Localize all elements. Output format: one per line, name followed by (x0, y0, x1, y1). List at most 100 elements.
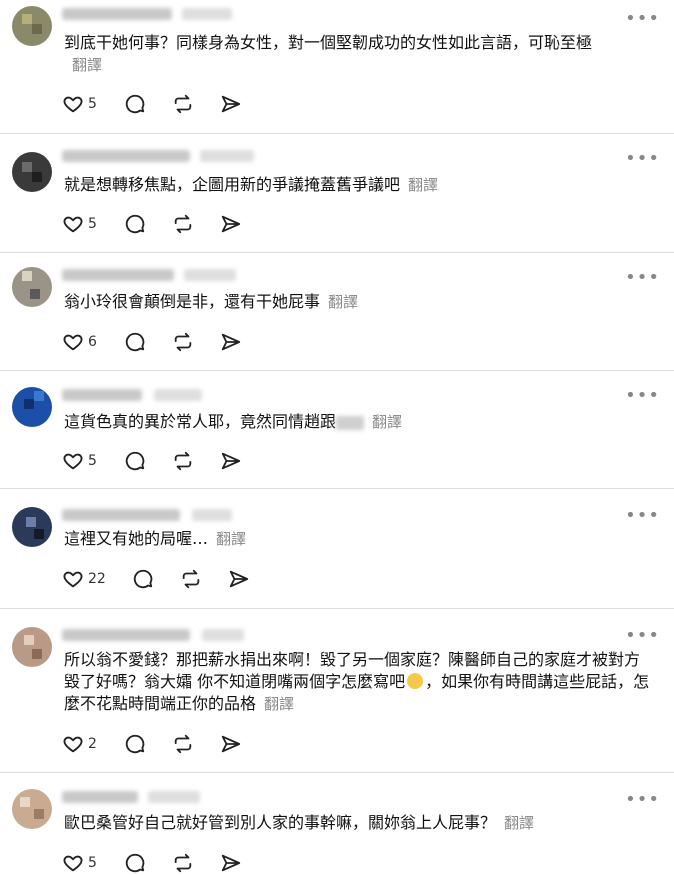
timestamp-blurred (192, 509, 232, 521)
repost-icon (174, 94, 192, 114)
more-icon[interactable]: ••• (625, 387, 660, 405)
repost-button[interactable] (180, 567, 202, 591)
repost-button[interactable] (172, 732, 194, 756)
like-count: 22 (88, 571, 106, 587)
post: ••• 就是想轉移焦點，企圖用新的爭議掩蓋舊爭議吧 翻譯 5 (0, 134, 674, 253)
like-button[interactable]: 5 (62, 92, 97, 116)
avatar[interactable] (12, 6, 52, 46)
timestamp-blurred (200, 150, 254, 162)
avatar[interactable] (12, 507, 52, 547)
post-text: 這裡又有她的局喔… 翻譯 (64, 528, 634, 550)
repost-button[interactable] (172, 330, 194, 354)
like-button[interactable]: 5 (62, 449, 97, 473)
post-text: 到底干她何事？同樣身為女性，對一個堅韌成功的女性如此言語，可恥至極翻譯 (64, 32, 614, 76)
comment-icon (125, 332, 145, 352)
repost-icon (174, 451, 192, 471)
post-text-content: 到底干她何事？同樣身為女性，對一個堅韌成功的女性如此言語，可恥至極 (64, 33, 593, 52)
repost-button[interactable] (172, 92, 194, 116)
more-icon[interactable]: ••• (625, 507, 660, 525)
username-blurred[interactable] (62, 150, 190, 162)
repost-button[interactable] (172, 212, 194, 236)
like-button[interactable]: 5 (62, 212, 97, 236)
redacted-name (336, 415, 365, 430)
like-count: 5 (88, 855, 97, 871)
avatar[interactable] (12, 387, 52, 427)
share-icon (221, 333, 241, 351)
avatar[interactable] (12, 789, 52, 829)
timestamp-blurred (154, 389, 202, 401)
more-icon[interactable]: ••• (625, 269, 660, 287)
like-button[interactable]: 5 (62, 851, 97, 875)
like-count: 6 (88, 334, 97, 350)
avatar[interactable] (12, 267, 52, 307)
like-count: 2 (88, 736, 97, 752)
post-text-content: 歐巴桑管好自己就好管到別人家的事幹嘛，關妳翁上人屁事？ (64, 813, 497, 832)
share-button[interactable] (220, 449, 242, 473)
more-icon[interactable]: ••• (625, 627, 660, 645)
share-button[interactable] (228, 567, 250, 591)
more-icon[interactable]: ••• (625, 150, 660, 168)
heart-icon (63, 96, 83, 113)
post-text-content: 就是想轉移焦點，企圖用新的爭議掩蓋舊爭議吧 (64, 175, 401, 194)
comment-icon (133, 569, 153, 589)
share-icon (229, 570, 249, 588)
comment-button[interactable] (124, 449, 146, 473)
share-button[interactable] (220, 92, 242, 116)
heart-icon (63, 736, 83, 753)
like-count: 5 (88, 453, 97, 469)
post: ••• 到底干她何事？同樣身為女性，對一個堅韌成功的女性如此言語，可恥至極翻譯 … (0, 0, 674, 134)
repost-button[interactable] (172, 851, 194, 875)
comment-icon (125, 451, 145, 471)
comment-button[interactable] (124, 330, 146, 354)
comment-button[interactable] (132, 567, 154, 591)
more-icon[interactable]: ••• (625, 10, 660, 28)
post: ••• 歐巴桑管好自己就好管到別人家的事幹嘛，關妳翁上人屁事？ 翻譯 5 (0, 773, 674, 873)
translate-link[interactable]: 翻譯 (264, 695, 294, 713)
comment-icon (125, 214, 145, 234)
username-blurred[interactable] (62, 389, 142, 401)
repost-button[interactable] (172, 449, 194, 473)
share-button[interactable] (220, 732, 242, 756)
emoji-icon (407, 673, 424, 689)
repost-icon (174, 734, 192, 754)
translate-link[interactable]: 翻譯 (72, 56, 102, 74)
heart-icon (63, 453, 83, 470)
translate-link[interactable]: 翻譯 (372, 413, 402, 431)
comment-icon (125, 94, 145, 114)
username-blurred[interactable] (62, 791, 138, 803)
heart-icon (63, 216, 83, 233)
username-blurred[interactable] (62, 629, 190, 641)
comment-button[interactable] (124, 212, 146, 236)
avatar[interactable] (12, 152, 52, 192)
like-button[interactable]: 2 (62, 732, 97, 756)
share-button[interactable] (220, 851, 242, 875)
username-blurred[interactable] (62, 8, 172, 20)
share-icon (221, 452, 241, 470)
share-button[interactable] (220, 330, 242, 354)
more-icon[interactable]: ••• (625, 791, 660, 809)
timestamp-blurred (182, 8, 232, 20)
translate-link[interactable]: 翻譯 (408, 176, 438, 194)
timestamp-blurred (184, 269, 236, 281)
username-blurred[interactable] (62, 509, 180, 521)
post-text: 就是想轉移焦點，企圖用新的爭議掩蓋舊爭議吧 翻譯 (64, 174, 634, 196)
like-button[interactable]: 6 (62, 330, 97, 354)
comment-button[interactable] (124, 732, 146, 756)
post-text-content: 翁小玲很會顛倒是非，還有干她屁事 (64, 292, 321, 311)
share-button[interactable] (220, 212, 242, 236)
timestamp-blurred (202, 629, 244, 641)
like-button[interactable]: 22 (62, 567, 106, 591)
username-blurred[interactable] (62, 269, 174, 281)
timestamp-blurred (148, 791, 200, 803)
heart-icon (63, 571, 83, 588)
translate-link[interactable]: 翻譯 (504, 814, 534, 832)
avatar[interactable] (12, 627, 52, 667)
heart-icon (63, 334, 83, 351)
translate-link[interactable]: 翻譯 (328, 293, 358, 311)
translate-link[interactable]: 翻譯 (216, 530, 246, 548)
comment-button[interactable] (124, 851, 146, 875)
repost-icon (182, 569, 200, 589)
comment-icon (125, 734, 145, 754)
post-text: 歐巴桑管好自己就好管到別人家的事幹嘛，關妳翁上人屁事？ 翻譯 (64, 812, 634, 834)
comment-button[interactable] (124, 92, 146, 116)
